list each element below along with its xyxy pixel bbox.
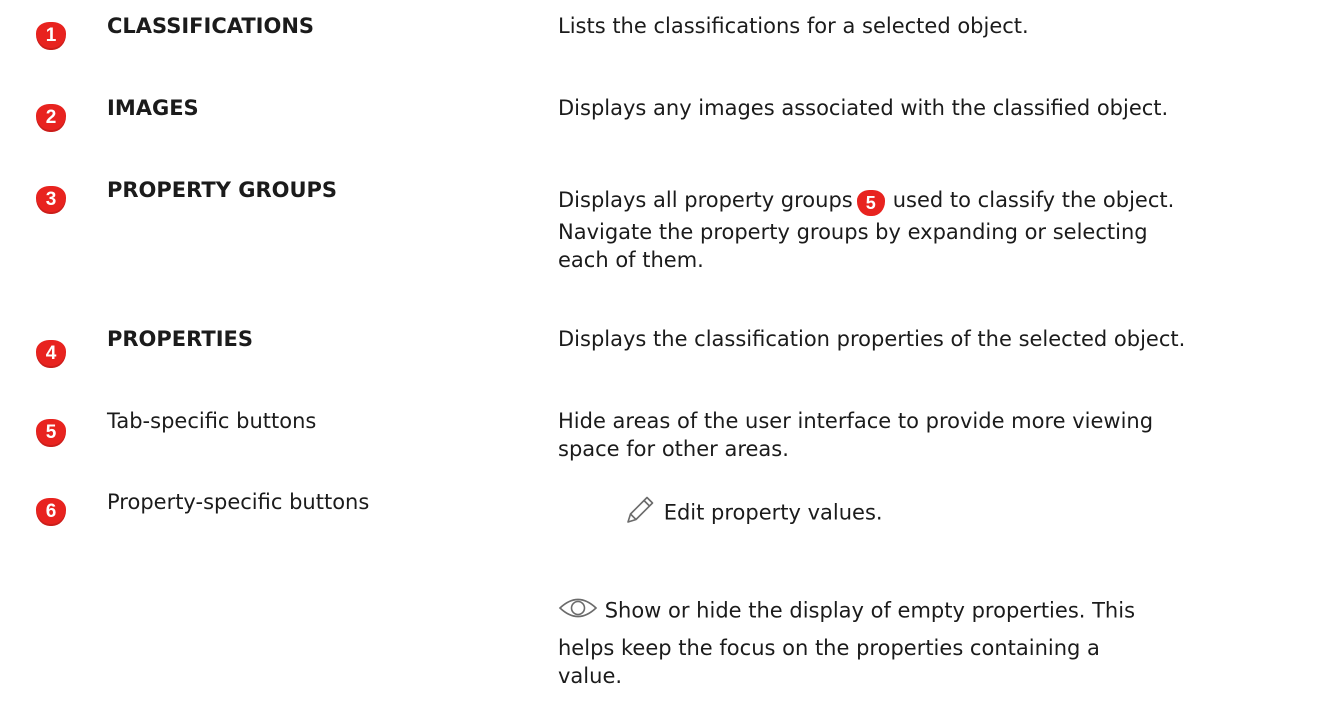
desc-line: Show or hide the display of empty proper…: [558, 595, 1333, 628]
callout-badge-3: 3: [36, 186, 66, 214]
desc-line: helps keep the focus on the properties c…: [558, 636, 1100, 660]
desc-line: Hide areas of the user interface to prov…: [558, 409, 1154, 433]
desc-text-after: used to classify the object.: [892, 188, 1175, 212]
edit-text: Edit property values.: [663, 500, 883, 525]
desc-classifications: Lists the classifications for a selected…: [558, 14, 1029, 38]
callout-badge-5: 5: [36, 419, 66, 447]
inline-callout-badge-5: 5: [856, 190, 885, 216]
desc-text-before: Displays all property groups: [558, 188, 853, 212]
eye-icon: [558, 595, 598, 628]
desc-line: Navigate the property groups by expandin…: [558, 220, 1148, 244]
eye-description: Show or hide the display of empty proper…: [558, 595, 1333, 690]
edit-description: Edit property values.: [623, 493, 883, 534]
legend-table: 1 CLASSIFICATIONS Lists the classificati…: [0, 0, 1333, 709]
desc-images: Displays any images associated with the …: [558, 96, 1169, 120]
desc-properties: Displays the classification properties o…: [558, 327, 1186, 351]
term-property-specific-buttons: Property-specific buttons: [107, 490, 370, 514]
desc-tab-specific-buttons: Hide areas of the user interface to prov…: [558, 407, 1333, 463]
desc-line: space for other areas.: [558, 437, 789, 461]
callout-badge-1: 1: [36, 22, 66, 50]
term-images: IMAGES: [107, 96, 199, 120]
callout-badge-4: 4: [36, 340, 66, 368]
pencil-icon: [623, 493, 657, 534]
eye-text: Show or hide the display of empty proper…: [604, 598, 1136, 623]
callout-badge-6: 6: [36, 498, 66, 526]
term-tab-specific-buttons: Tab-specific buttons: [107, 409, 317, 433]
term-properties: PROPERTIES: [107, 327, 253, 351]
term-property-groups: PROPERTY GROUPS: [107, 178, 338, 202]
desc-line: each of them.: [558, 248, 704, 272]
desc-line: value.: [558, 664, 623, 688]
desc-property-groups: Displays all property groups 5 used to cla…: [558, 186, 1333, 274]
desc-line: Displays all property groups 5 used to cla…: [558, 186, 1333, 216]
term-classifications: CLASSIFICATIONS: [107, 14, 315, 38]
callout-badge-2: 2: [36, 104, 66, 132]
